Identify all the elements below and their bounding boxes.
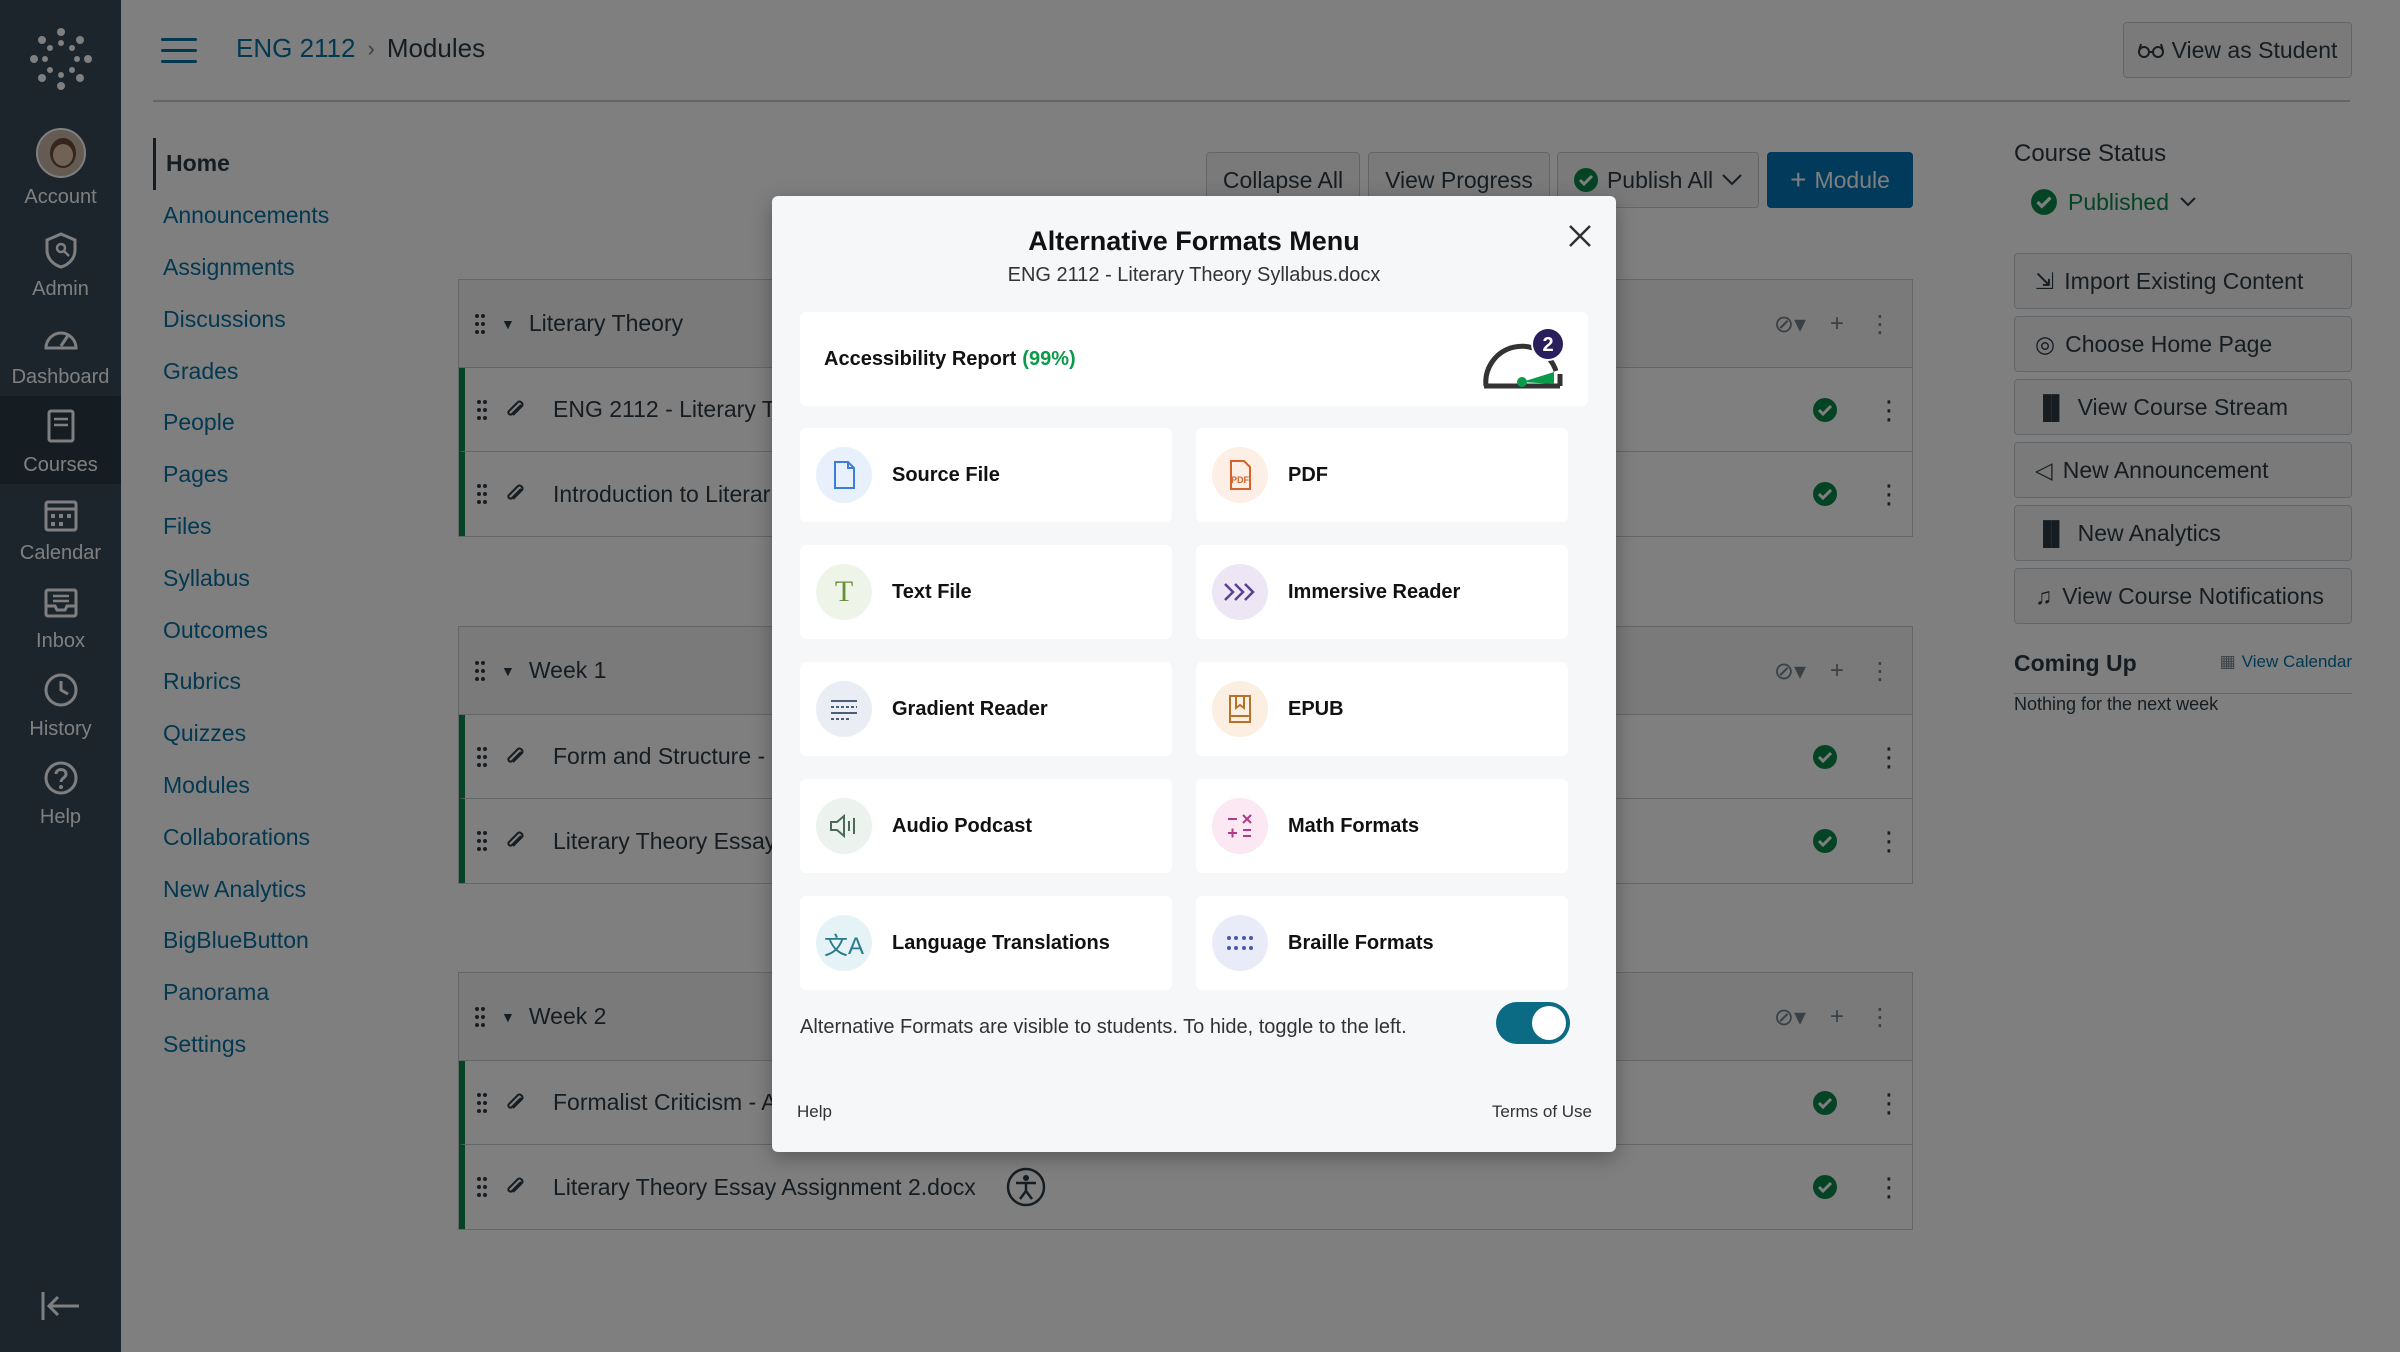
format-language-translations[interactable]: 文A Language Translations: [800, 896, 1172, 990]
format-text-file[interactable]: T Text File: [800, 545, 1172, 639]
speaker-icon: [816, 798, 872, 854]
pdf-icon: PDF: [1212, 447, 1268, 503]
format-immersive-reader[interactable]: Immersive Reader: [1196, 545, 1568, 639]
format-label: Immersive Reader: [1288, 580, 1461, 603]
terms-of-use-link[interactable]: Terms of Use: [1492, 1102, 1592, 1122]
gauge-icon[interactable]: 2: [1478, 326, 1568, 396]
format-label: Gradient Reader: [892, 697, 1048, 720]
gradient-reader-icon: [816, 681, 872, 737]
format-source-file[interactable]: Source File: [800, 428, 1172, 522]
gauge-badge: 2: [1542, 334, 1553, 356]
accessibility-report-label: Accessibility Report: [824, 347, 1017, 370]
format-gradient-reader[interactable]: Gradient Reader: [800, 662, 1172, 756]
accessibility-report-percent: (99%): [1022, 347, 1076, 370]
format-audio-podcast[interactable]: Audio Podcast: [800, 779, 1172, 873]
braille-icon: [1212, 915, 1268, 971]
format-label: Audio Podcast: [892, 814, 1033, 837]
close-icon[interactable]: [1566, 222, 1594, 250]
format-label: EPUB: [1288, 697, 1344, 720]
visibility-toggle[interactable]: [1496, 1002, 1570, 1044]
modal-subtitle: ENG 2112 - Literary Theory Syllabus.docx: [1007, 264, 1381, 286]
translate-icon: 文A: [816, 915, 872, 971]
immersive-reader-icon: [1212, 564, 1268, 620]
format-label: Source File: [892, 463, 1000, 486]
format-braille-formats[interactable]: Braille Formats: [1196, 896, 1568, 990]
format-label: PDF: [1288, 463, 1328, 486]
file-icon: [816, 447, 872, 503]
format-label: Text File: [892, 580, 972, 603]
modal-title: Alternative Formats Menu: [1028, 226, 1360, 256]
epub-icon: [1212, 681, 1268, 737]
format-label: Braille Formats: [1288, 931, 1434, 954]
format-label: Math Formats: [1288, 814, 1420, 837]
format-math-formats[interactable]: Math Formats: [1196, 779, 1568, 873]
alternative-formats-modal: Alternative Formats Menu ENG 2112 - Lite…: [772, 196, 1616, 1152]
help-link[interactable]: Help: [797, 1102, 832, 1122]
format-epub[interactable]: EPUB: [1196, 662, 1568, 756]
visibility-note: Alternative Formats are visible to stude…: [800, 1016, 1407, 1038]
accessibility-report-row[interactable]: Accessibility Report (99%) 2: [800, 312, 1588, 406]
format-pdf[interactable]: PDF PDF: [1196, 428, 1568, 522]
toggle-knob: [1532, 1006, 1566, 1040]
svg-text:PDF: PDF: [1231, 475, 1250, 485]
format-label: Language Translations: [892, 931, 1110, 954]
math-icon: [1212, 798, 1268, 854]
text-icon: T: [816, 564, 872, 620]
